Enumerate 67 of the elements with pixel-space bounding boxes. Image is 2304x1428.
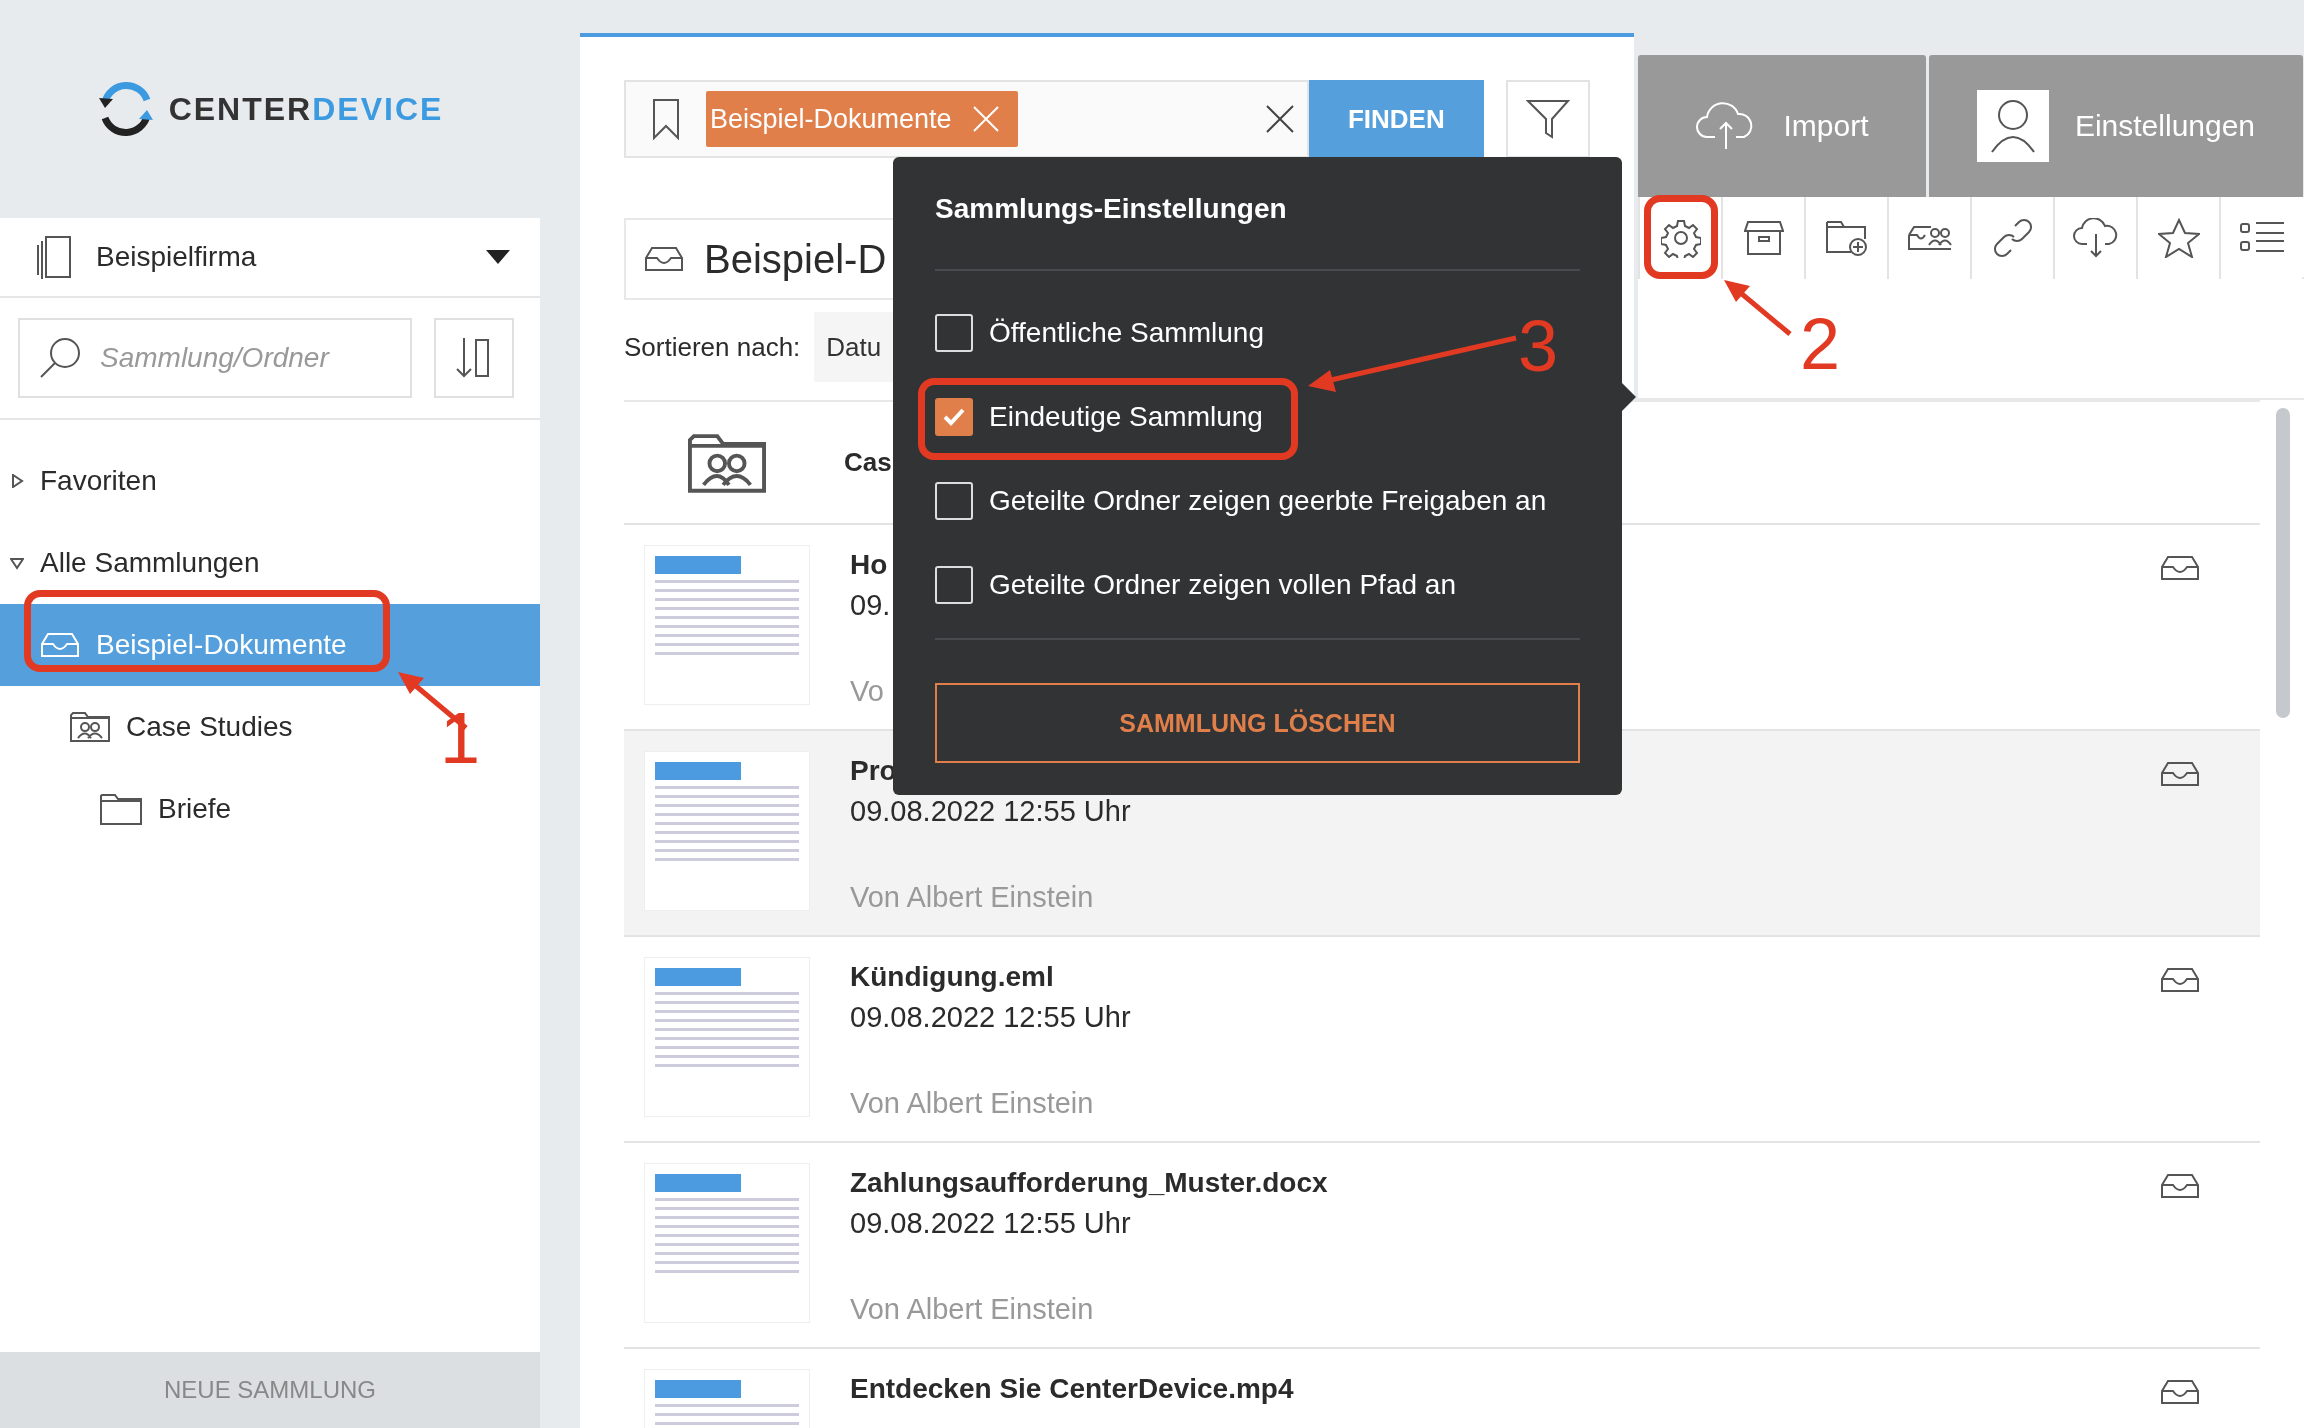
checkbox-label: Öffentliche Sammlung <box>989 317 1264 349</box>
collection-icon <box>2160 761 2200 787</box>
checkbox-label: Geteilte Ordner zeigen vollen Pfad an <box>989 569 1456 601</box>
link-icon <box>1992 218 2033 258</box>
annotation-number: 3 <box>1518 310 1559 382</box>
document-date: 09.08.2022 12:55 Uhr <box>850 1001 1131 1035</box>
document-author: Von Albert Einstein <box>850 881 1094 914</box>
company-selector[interactable]: Beispielfirma <box>0 218 540 298</box>
shared-inbox-icon <box>1906 225 1953 251</box>
sort-label: Sortieren nach: <box>624 331 801 363</box>
document-author: Vo <box>850 675 884 708</box>
collection-icon <box>644 246 684 272</box>
expanded-triangle-icon <box>10 556 24 570</box>
folder-icon <box>100 793 142 825</box>
document-name: Ho <box>850 549 888 582</box>
shared-folder-icon <box>688 432 766 493</box>
sort-dropdown[interactable]: Datu <box>814 312 894 382</box>
collection-search-field[interactable]: Sammlung/Ordner <box>18 318 412 398</box>
user-icon <box>1989 98 2036 154</box>
checkbox[interactable] <box>935 398 973 436</box>
checkbox-label: Geteilte Ordner zeigen geerbte Freigaben an <box>989 485 1547 517</box>
checkmark-icon <box>943 408 965 426</box>
checkbox-label: Eindeutige Sammlung <box>989 401 1263 433</box>
search-input[interactable]: Sammlung/Ordner <box>98 320 392 396</box>
collection-icon <box>2160 1173 2200 1199</box>
delete-collection-button[interactable]: SAMMLUNG LÖSCHEN <box>935 683 1580 763</box>
document-date: 09. <box>850 589 891 623</box>
close-icon <box>971 105 1000 133</box>
shared-folder-icon <box>70 711 110 743</box>
logo-text: CENTERDEVICE <box>168 90 444 128</box>
sort-button[interactable] <box>434 318 514 398</box>
filter-button[interactable] <box>1506 80 1590 158</box>
collapsed-triangle-icon <box>10 474 24 488</box>
document-name: Kündigung.eml <box>850 961 1054 994</box>
document-date: 09.08.2022 12:55 Uhr <box>850 795 1131 829</box>
logo-icon <box>96 80 155 138</box>
document-name: Entdecken Sie CenterDevice.mp4 <box>850 1373 1294 1406</box>
document-author: Von Albert Einstein <box>850 1293 1094 1326</box>
tree-item[interactable]: Case Studies <box>0 686 305 768</box>
document-date: 09.08.2022 12:55 Uhr <box>850 1207 1131 1241</box>
collection-title: Beispiel-D <box>704 236 887 282</box>
settings-icon <box>1660 218 1701 258</box>
folder-plus-icon <box>1825 219 1868 257</box>
tree-group[interactable]: Alle Sammlungen <box>0 522 272 604</box>
dropdown-caret-icon <box>486 250 510 264</box>
scrollbar[interactable] <box>2276 408 2290 718</box>
tree-group[interactable]: Favoriten <box>0 440 169 522</box>
star-icon <box>2157 218 2200 258</box>
collection-icon <box>2160 967 2200 993</box>
inbox-icon <box>40 632 80 658</box>
folder-name: Cas <box>844 447 892 478</box>
cloud-download-icon <box>2072 218 2119 258</box>
tree-item[interactable]: Briefe <box>0 768 244 850</box>
popup-title: Sammlungs-Einstellungen <box>935 193 1580 271</box>
list-icon <box>2239 221 2284 255</box>
filter-icon <box>1526 97 1571 141</box>
search-icon <box>38 336 82 380</box>
document-author: Von Albert Einstein <box>850 1087 1094 1120</box>
document-name: Zahlungsaufforderung_Muster.docx <box>850 1167 1328 1200</box>
annotation-number: 2 <box>1800 308 1841 380</box>
collection-icon <box>2160 555 2200 581</box>
collection-icon <box>2160 1379 2200 1405</box>
annotation-arrow <box>1724 280 1792 336</box>
bookmark-icon <box>652 98 680 140</box>
archive-box-icon <box>1743 220 1784 256</box>
documents-icon <box>36 235 72 279</box>
clear-icon[interactable] <box>1264 104 1295 134</box>
